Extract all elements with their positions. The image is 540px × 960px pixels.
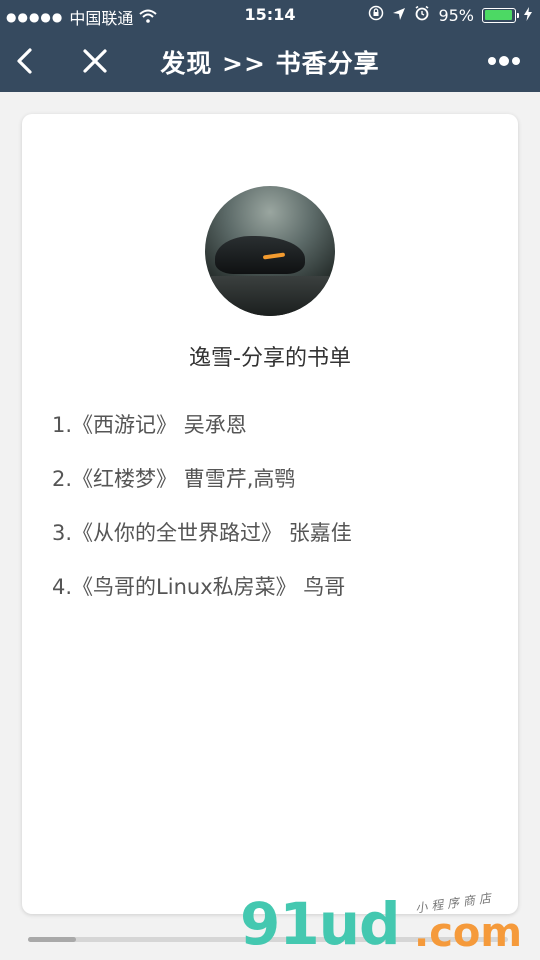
booklist-title: 逸雪-分享的书单 [189,346,351,371]
rotation-lock-icon [368,5,384,25]
watermark-domain: .com [414,910,523,956]
booklist-card: 逸雪-分享的书单 1.《西游记》 吴承恩 2.《红楼梦》 曹雪芹,高鹗 3.《从… [22,114,518,914]
avatar[interactable] [205,186,335,316]
more-options-button[interactable] [484,44,524,78]
avatar-road [205,276,335,316]
watermark-main: 91ud [240,890,401,958]
status-bar: ●●●●● 中国联通 15:14 95% [0,0,540,30]
battery-icon [482,7,519,23]
avatar-car [215,236,305,274]
navigation-bar: 发现 >> 书香分享 [0,30,540,92]
book-item[interactable]: 4.《鸟哥的Linux私房菜》 鸟哥 [52,572,352,626]
charging-icon [524,6,532,25]
scrollbar-thumb[interactable] [28,937,76,942]
book-item[interactable]: 1.《西游记》 吴承恩 [52,410,352,464]
more-dots-icon [488,56,520,66]
book-list: 1.《西游记》 吴承恩 2.《红楼梦》 曹雪芹,高鹗 3.《从你的全世界路过》 … [52,410,352,626]
page-title: 发现 >> 书香分享 [160,49,380,78]
battery-fill [484,10,513,20]
watermark-logo: 91ud 小程序商店 .com [240,888,530,958]
book-item[interactable]: 3.《从你的全世界路过》 张嘉佳 [52,518,352,572]
battery-percent: 95% [438,5,474,25]
status-right: 95% [368,5,532,25]
book-item[interactable]: 2.《红楼梦》 曹雪芹,高鹗 [52,464,352,518]
alarm-icon [414,5,430,25]
location-arrow-icon [392,6,406,25]
